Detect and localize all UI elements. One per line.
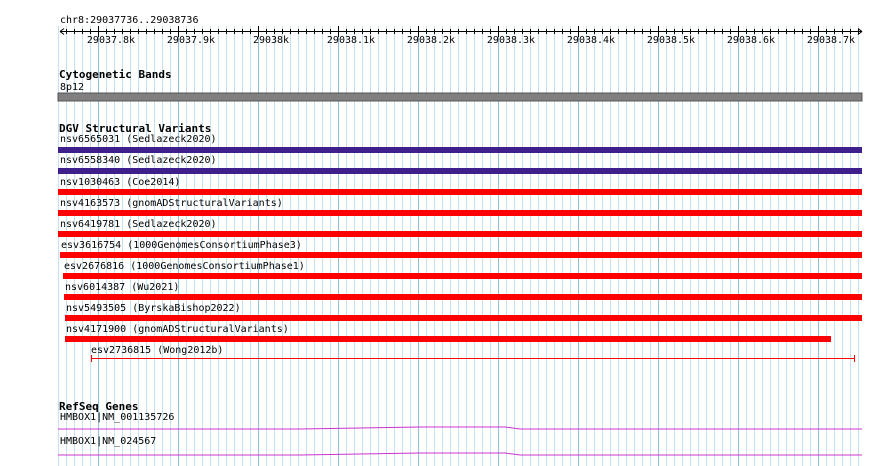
refseq-feature-label: HMBOX1|NM_001135726 xyxy=(60,412,175,423)
ruler-tick-label: 29038k xyxy=(252,35,290,46)
dgv-feature-label: nsv4163573 (gnomADStructuralVariants) xyxy=(60,198,283,209)
dgv-feature-label: nsv6419781 (Sedlazeck2020) xyxy=(60,219,217,230)
dgv-feature-label: nsv6558340 (Sedlazeck2020) xyxy=(60,155,217,166)
dgv-feature-label: nsv6014387 (Wu2021) xyxy=(65,282,180,293)
ruler-tick-label: 29037.9k xyxy=(166,35,216,46)
location-label: chr8:29037736..29038736 xyxy=(60,15,199,26)
ruler-tick-label: 29038.6k xyxy=(726,35,776,46)
refseq-feature-label: HMBOX1|NM_024567 xyxy=(60,436,157,447)
ruler-tick-label: 29038.1k xyxy=(326,35,376,46)
dgv-feature-label: nsv5493505 (ByrskaBishop2022) xyxy=(66,303,241,314)
dgv-feature-bar xyxy=(64,294,862,300)
dgv-feature-bar xyxy=(58,189,862,195)
ruler-tick-label: 29038.2k xyxy=(406,35,456,46)
dgv-feature-bar xyxy=(60,252,862,258)
dgv-feature-label: esv2676816 (1000GenomesConsortiumPhase1) xyxy=(64,261,305,272)
dgv-feature-label: esv2736815 (Wong2012b) xyxy=(91,345,224,356)
dgv-feature-label: nsv4171900 (gnomADStructuralVariants) xyxy=(66,324,289,335)
cytoband-bar xyxy=(57,92,863,102)
dgv-feature-bar xyxy=(58,168,862,174)
cytoband-label: 8p12 xyxy=(60,82,85,93)
ruler-tick-label: 29038.5k xyxy=(646,35,696,46)
dgv-feature-bar xyxy=(58,147,862,153)
ruler-tick-label: 29037.8k xyxy=(86,35,136,46)
dgv-feature-bar xyxy=(65,336,831,342)
cytoband-track-title[interactable]: Cytogenetic Bands xyxy=(59,68,172,81)
dgv-feature-label: esv3616754 (1000GenomesConsortiumPhase3) xyxy=(61,240,302,251)
ruler-tick-label: 29038.7k xyxy=(806,35,856,46)
ruler-tick-label: 29038.4k xyxy=(566,35,616,46)
dgv-feature-bar xyxy=(58,210,862,216)
dgv-feature-label: nsv6565031 (Sedlazeck2020) xyxy=(60,134,217,145)
ruler-tick-label: 29038.3k xyxy=(486,35,536,46)
genome-browser-view: chr8:29037736..29038736 29037.8k 29037.9k… xyxy=(0,0,890,466)
dgv-feature-bar xyxy=(58,231,862,237)
dgv-feature-bar xyxy=(63,273,862,279)
dgv-feature-bar xyxy=(65,315,862,321)
dgv-feature-label: nsv1030463 (Coe2014) xyxy=(60,177,181,188)
